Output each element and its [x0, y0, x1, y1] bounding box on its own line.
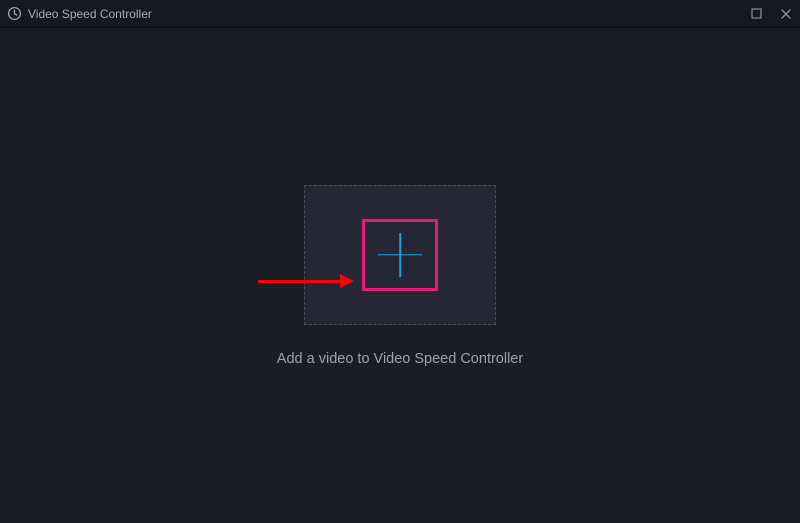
- maximize-icon: [751, 8, 762, 19]
- app-title: Video Speed Controller: [28, 7, 748, 21]
- plus-icon: [376, 231, 424, 279]
- video-dropzone[interactable]: [304, 185, 496, 325]
- close-button[interactable]: [778, 6, 794, 22]
- close-icon: [780, 8, 792, 20]
- dropzone-caption: Add a video to Video Speed Controller: [277, 351, 523, 367]
- maximize-button[interactable]: [748, 6, 764, 22]
- app-icon: [6, 6, 22, 22]
- window-controls: [748, 6, 794, 22]
- add-button-highlight: [362, 219, 438, 291]
- titlebar: Video Speed Controller: [0, 0, 800, 28]
- main-content: Add a video to Video Speed Controller: [0, 28, 800, 523]
